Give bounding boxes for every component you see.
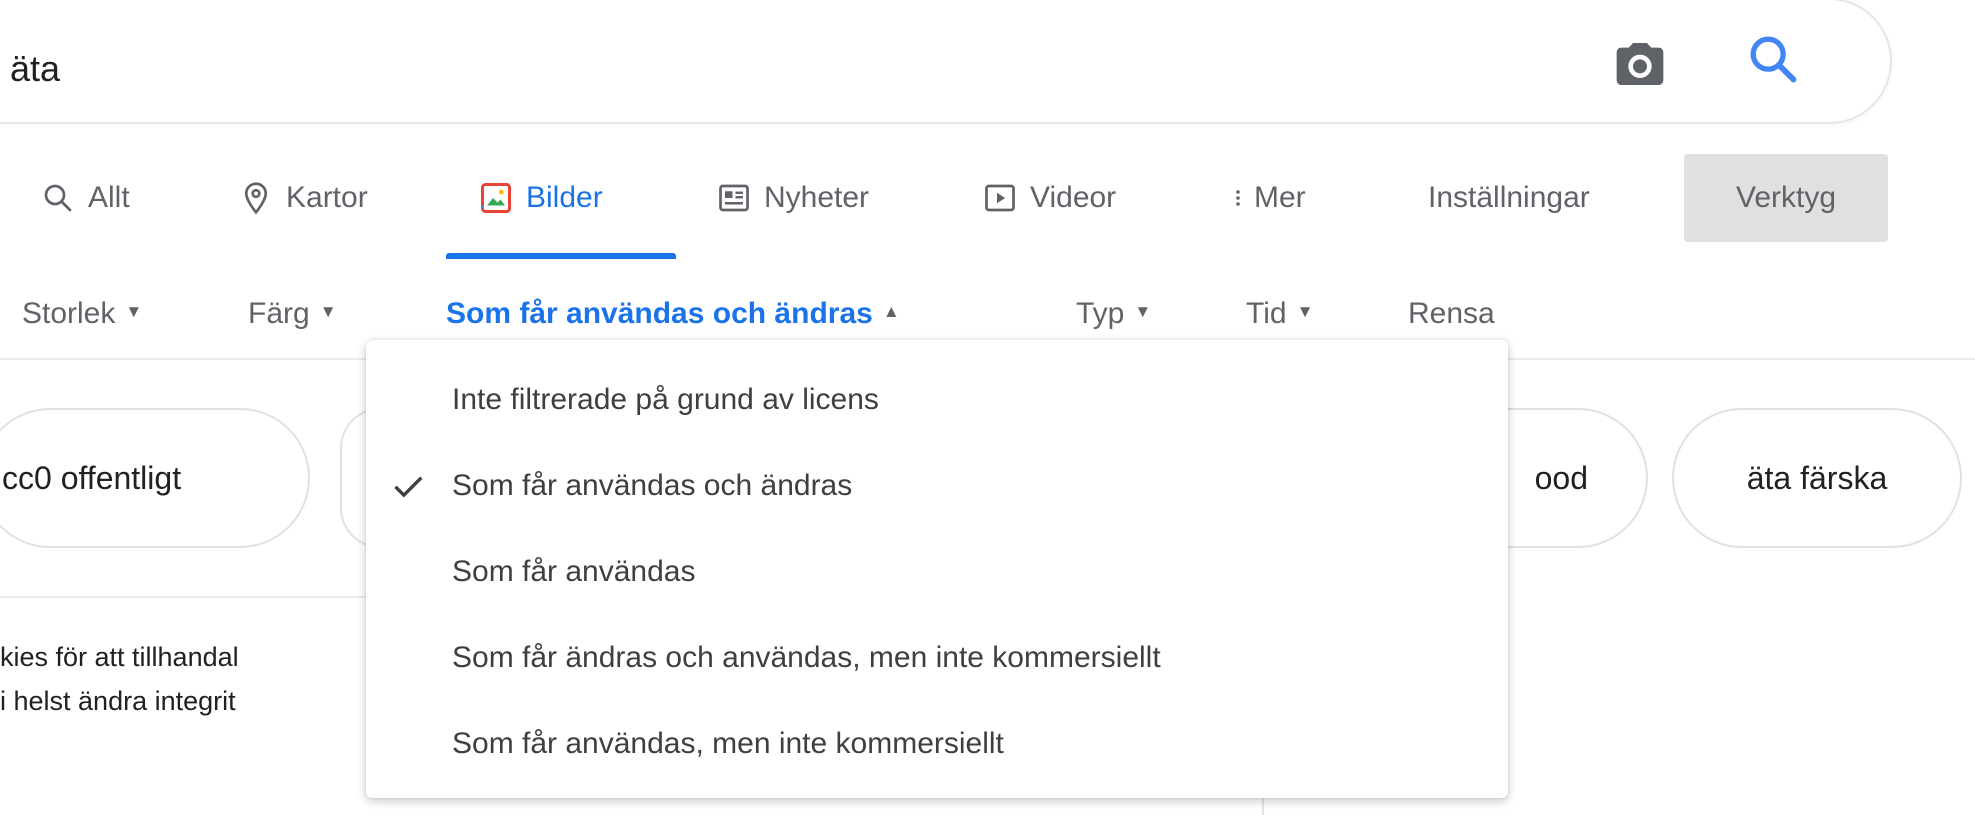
- license-dropdown-menu: Inte filtrerade på grund av licens Som f…: [366, 340, 1508, 798]
- menu-item-label: Som får ändras och användas, men inte ko…: [452, 641, 1161, 674]
- caret-down-icon: ▼: [125, 302, 143, 322]
- related-chip[interactable]: äta färska: [1672, 408, 1962, 548]
- play-icon: [985, 184, 1015, 212]
- search-box[interactable]: äta: [0, 0, 1892, 124]
- filter-license[interactable]: Som får användas och ändras ▲: [446, 286, 900, 343]
- search-icon: [44, 184, 72, 212]
- menu-item-label: Inte filtrerade på grund av licens: [452, 383, 879, 416]
- content-divider: [0, 596, 380, 598]
- search-icon[interactable]: [1744, 30, 1802, 88]
- filter-type[interactable]: Typ ▼: [1076, 286, 1151, 343]
- caret-down-icon: ▼: [1296, 302, 1314, 322]
- cookie-line: kies för att tillhandal: [0, 642, 239, 672]
- menu-item-label: Som får användas: [452, 555, 696, 588]
- cookie-line: i helst ändra integrit: [0, 686, 236, 716]
- tab-allt[interactable]: Allt: [40, 170, 130, 256]
- filter-label: Som får användas och ändras: [446, 297, 873, 330]
- tab-label: Bilder: [526, 181, 603, 214]
- tab-label: Videor: [1030, 181, 1117, 214]
- active-tab-indicator: [446, 253, 676, 259]
- caret-down-icon: ▼: [1134, 302, 1152, 322]
- news-icon: [719, 184, 749, 212]
- more-vert-icon: [1236, 190, 1240, 206]
- filter-label: Färg: [248, 297, 310, 330]
- filter-label: Typ: [1076, 297, 1125, 330]
- filter-toolbar: Storlek ▼ Färg ▼ Som får användas och ändr…: [0, 286, 1975, 342]
- filter-time[interactable]: Tid ▼: [1246, 286, 1313, 343]
- menu-item-label: Som får användas och ändras: [452, 469, 853, 502]
- filter-clear[interactable]: Rensa: [1408, 286, 1495, 342]
- filter-color[interactable]: Färg ▼: [248, 286, 337, 343]
- map-pin-icon: [244, 182, 268, 215]
- camera-icon[interactable]: [1612, 36, 1668, 92]
- cookie-notice: kies för att tillhandal i helst ändra in…: [0, 635, 239, 723]
- search-tabs: Allt Kartor Bilder Nyheter Videor Mer: [0, 170, 1975, 256]
- caret-down-icon: ▼: [319, 302, 337, 322]
- settings-link[interactable]: Inställningar: [1428, 170, 1590, 226]
- chip-label: ood: [1534, 459, 1588, 496]
- tab-label: Kartor: [286, 181, 368, 214]
- menu-item-use[interactable]: Som får användas: [366, 530, 1508, 614]
- image-icon: [481, 183, 511, 213]
- tools-button[interactable]: Verktyg: [1684, 154, 1888, 242]
- tab-nyheter[interactable]: Nyheter: [716, 170, 869, 256]
- tab-bilder[interactable]: Bilder: [478, 170, 603, 256]
- menu-item-use-and-modify[interactable]: Som får användas och ändras: [366, 444, 1508, 528]
- filter-label: Tid: [1246, 297, 1287, 330]
- menu-item-modify-noncommercial[interactable]: Som får ändras och användas, men inte ko…: [366, 616, 1508, 700]
- tab-mer[interactable]: Mer: [1226, 170, 1306, 256]
- tab-label: Allt: [88, 181, 130, 214]
- related-chip[interactable]: cc0 offentligt: [0, 408, 310, 548]
- tab-label: Nyheter: [764, 181, 870, 214]
- chip-label: äta färska: [1746, 459, 1888, 496]
- menu-item-label: Som får användas, men inte kommersiellt: [452, 727, 1004, 760]
- filter-label: Storlek: [22, 297, 116, 330]
- tools-label: Verktyg: [1735, 181, 1837, 214]
- tab-videor[interactable]: Videor: [982, 170, 1116, 256]
- menu-item-use-noncommercial[interactable]: Som får användas, men inte kommersiellt: [366, 702, 1508, 786]
- tab-label: Mer: [1254, 181, 1306, 214]
- menu-item-not-filtered[interactable]: Inte filtrerade på grund av licens: [366, 358, 1508, 442]
- chip-label: cc0 offentligt: [2, 459, 182, 496]
- search-input[interactable]: äta: [10, 48, 60, 90]
- caret-up-icon: ▲: [882, 302, 900, 322]
- tab-kartor[interactable]: Kartor: [238, 170, 368, 256]
- filter-size[interactable]: Storlek ▼: [22, 286, 142, 343]
- checkmark-icon: [394, 476, 423, 498]
